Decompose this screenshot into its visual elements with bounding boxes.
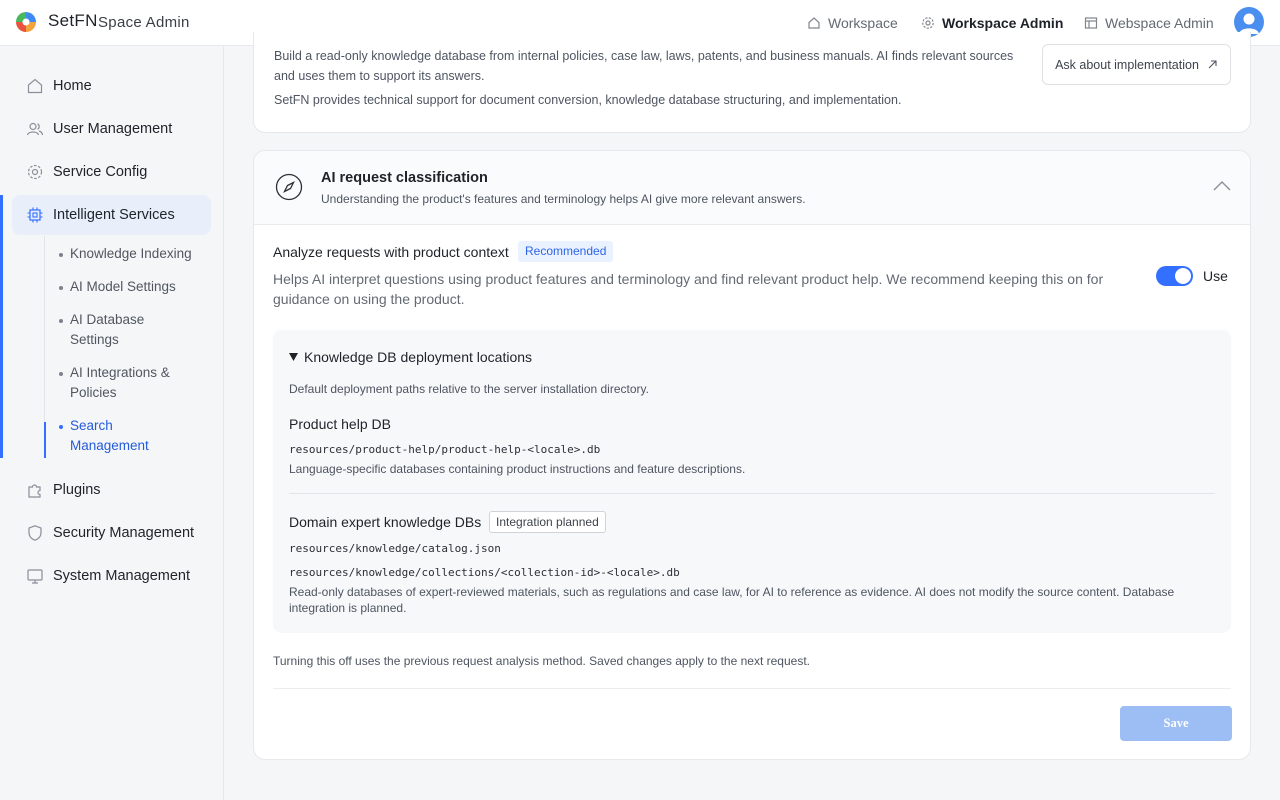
brand-subtitle: Space Admin — [98, 14, 190, 31]
sidebar-subitem-label: AI Database Settings — [70, 312, 145, 347]
home-icon — [808, 17, 820, 29]
sidebar-item-label: Home — [53, 78, 92, 94]
use-toggle-switch[interactable] — [1156, 266, 1193, 286]
footer-note: Turning this off uses the previous reque… — [273, 654, 810, 668]
toggle-label: Use — [1203, 268, 1228, 284]
submenu-active-marker — [44, 422, 46, 458]
sidebar-item-system-management[interactable]: System Management — [12, 556, 211, 596]
caret-down-icon — [289, 353, 298, 361]
product-help-db-description: Language-specific databases containing p… — [289, 462, 746, 476]
bullet-dot — [59, 319, 63, 323]
recommended-badge: Recommended — [518, 241, 614, 262]
compass-icon — [275, 173, 303, 201]
collections-path: resources/knowledge/collections/<collect… — [289, 566, 680, 579]
chevron-up-icon[interactable] — [1212, 178, 1232, 194]
domain-knowledge-db-name: Domain expert knowledge DBs — [289, 514, 482, 530]
nav-webspace-admin[interactable]: Webspace Admin — [1084, 15, 1214, 31]
knowledge-db-description: Build a read-only knowledge database fro… — [274, 49, 1014, 83]
bullet-dot — [59, 425, 63, 429]
sidebar-active-accent — [0, 195, 3, 458]
panel-divider — [289, 493, 1215, 494]
sidebar-subitem-label: AI Model Settings — [70, 279, 176, 294]
ask-implementation-label: Ask about implementation — [1055, 57, 1199, 72]
sidebar-subitem-search-management[interactable]: Search Management — [59, 416, 160, 456]
card-title: AI request classification — [321, 170, 488, 186]
app-logo[interactable] — [15, 11, 37, 33]
external-link-icon — [1208, 60, 1217, 69]
toggle-knob — [1175, 268, 1191, 284]
sidebar-subitem-ai-integrations-policies[interactable]: AI Integrations & Policies — [59, 363, 180, 403]
product-help-db-path: resources/product-help/product-help-<loc… — [289, 443, 601, 456]
sidebar-item-user-management[interactable]: User Management — [12, 109, 211, 149]
sidebar-subitem-knowledge-indexing[interactable]: Knowledge Indexing — [59, 244, 200, 264]
logo-icon — [16, 12, 36, 32]
sidebar-item-label: Security Management — [53, 525, 195, 541]
sidebar-item-label: Plugins — [53, 482, 101, 498]
sidebar-item-label: System Management — [53, 568, 191, 584]
home-icon — [27, 78, 43, 94]
deployment-locations-title: Knowledge DB deployment locations — [304, 349, 533, 365]
shield-icon — [28, 525, 42, 541]
option-description: Helps AI interpret questions using produ… — [273, 271, 1104, 307]
option-title: Analyze requests with product context — [273, 244, 509, 260]
deployment-locations-toggle[interactable]: Knowledge DB deployment locations — [289, 349, 532, 365]
footer-divider — [273, 688, 1231, 689]
bullet-dot — [59, 253, 63, 257]
monitor-icon — [27, 569, 43, 584]
nav-workspace-admin[interactable]: Workspace Admin — [921, 15, 1063, 31]
knowledge-db-card: Build a read-only knowledge database fro… — [253, 32, 1251, 133]
deployment-locations-panel: Knowledge DB deployment locations Defaul… — [273, 330, 1231, 633]
sidebar-item-label: Service Config — [53, 164, 148, 180]
nav-workspace[interactable]: Workspace — [807, 15, 898, 31]
catalog-path: resources/knowledge/catalog.json — [289, 542, 501, 555]
sidebar-item-plugins[interactable]: Plugins — [12, 470, 211, 510]
ai-request-classification-card: AI request classification Understanding … — [253, 150, 1251, 760]
sidebar-item-security-management[interactable]: Security Management — [12, 513, 211, 553]
domain-knowledge-db-description: Read-only databases of expert-reviewed m… — [289, 585, 1175, 615]
sidebar-subitem-ai-database-settings[interactable]: AI Database Settings — [59, 310, 170, 350]
sidebar-subitem-label: AI Integrations & Policies — [70, 365, 170, 400]
puzzle-icon — [28, 484, 41, 498]
bullet-dot — [59, 286, 63, 290]
gear-icon — [922, 17, 934, 29]
brand-name: SetFN — [48, 11, 98, 30]
sidebar: Home User Management Service Config Inte… — [0, 46, 224, 800]
nav-workspace-label: Workspace — [828, 15, 898, 31]
bullet-dot — [59, 372, 63, 376]
card-header[interactable]: AI request classification Understanding … — [254, 151, 1250, 225]
deployment-locations-description: Default deployment paths relative to the… — [289, 382, 649, 396]
sidebar-subitem-label: Knowledge Indexing — [70, 246, 192, 261]
layout-icon — [1084, 17, 1098, 29]
technical-support-note: SetFN provides technical support for doc… — [274, 93, 902, 107]
save-button[interactable]: Save — [1120, 706, 1232, 741]
integration-planned-badge: Integration planned — [489, 511, 606, 533]
users-icon — [26, 122, 44, 136]
sidebar-item-label: User Management — [53, 121, 173, 137]
sidebar-item-label: Intelligent Services — [53, 207, 175, 223]
chip-icon — [27, 207, 43, 223]
sidebar-subitem-label: Search Management — [70, 418, 149, 453]
nav-webspace-admin-label: Webspace Admin — [1105, 15, 1214, 31]
card-description: Understanding the product's features and… — [321, 192, 806, 206]
sidebar-item-home[interactable]: Home — [12, 66, 211, 106]
sidebar-subitem-ai-model-settings[interactable]: AI Model Settings — [59, 277, 200, 297]
sidebar-item-service-config[interactable]: Service Config — [12, 152, 211, 192]
product-help-db-name: Product help DB — [289, 416, 391, 432]
gear-icon — [27, 164, 43, 180]
ask-implementation-button[interactable]: Ask about implementation — [1042, 44, 1231, 85]
sidebar-item-intelligent-services[interactable]: Intelligent Services — [12, 195, 211, 235]
nav-workspace-admin-label: Workspace Admin — [942, 15, 1064, 31]
